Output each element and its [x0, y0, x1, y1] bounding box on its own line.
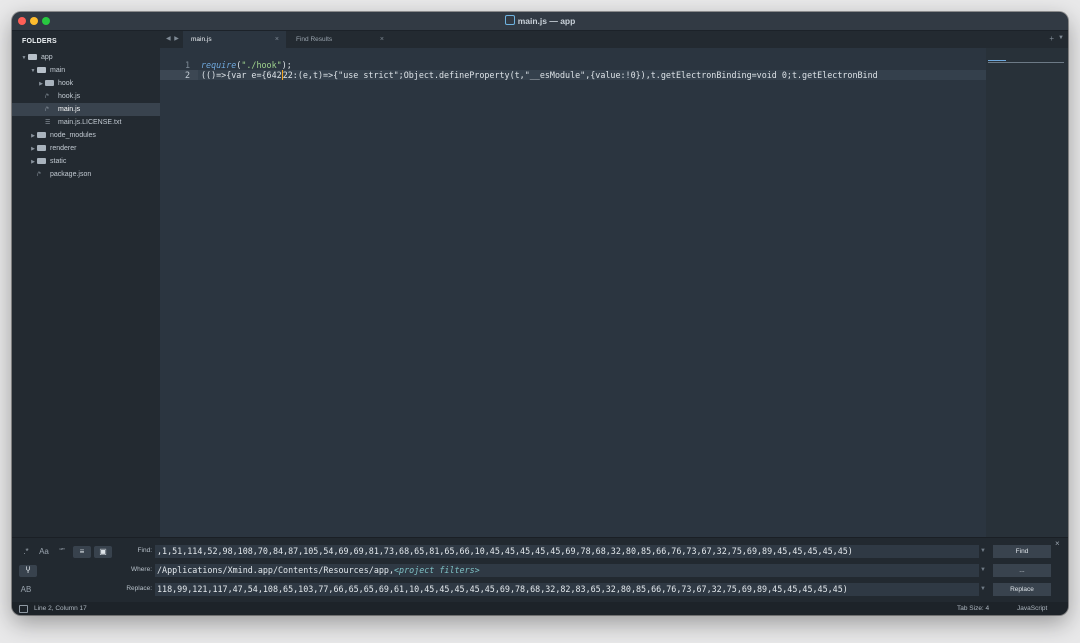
- line-number-current: 2: [160, 70, 198, 80]
- tree-item-static[interactable]: ▶ static: [12, 155, 160, 168]
- title-bar: main.js — app: [12, 12, 1068, 31]
- tree-item-hook-js[interactable]: /* hook.js: [12, 90, 160, 103]
- whole-word-toggle[interactable]: “”: [55, 546, 69, 558]
- line-number-gutter: 1 2: [160, 48, 198, 537]
- where-dropdown-icon[interactable]: ▼: [978, 564, 988, 577]
- replace-history-dropdown-icon[interactable]: ▼: [978, 583, 988, 596]
- cursor-position: Line 2, Column 17: [34, 605, 87, 612]
- tree-item-node-modules[interactable]: ▶ node_modules: [12, 129, 160, 142]
- preserve-case-toggle[interactable]: Ⴤ: [19, 565, 37, 577]
- folder-icon: [45, 80, 54, 86]
- replace-input[interactable]: 118,99,121,117,47,54,108,65,103,77,66,65…: [155, 583, 979, 596]
- case-sensitive-toggle[interactable]: Aa: [37, 546, 51, 558]
- panel-toggle-icon[interactable]: [19, 605, 28, 613]
- tab-size-selector[interactable]: Tab Size: 4: [957, 602, 989, 615]
- json-file-icon: /*: [37, 172, 42, 178]
- where-input[interactable]: /Applications/Xmind.app/Contents/Resourc…: [155, 564, 979, 577]
- code-require-keyword: require: [201, 60, 237, 70]
- tree-item-package-json[interactable]: /* package.json: [12, 168, 160, 181]
- minimap[interactable]: [986, 48, 1068, 537]
- project-filters-token: <project filters>: [393, 565, 480, 575]
- find-in-files-panel: .* Aa “” ≡ ▣ Ⴤ AB Find: ,1,51,114,52,98,…: [12, 537, 1068, 603]
- folders-sidebar: FOLDERS ▼ app ▼ main ▶ hook /* hook.js /* mai…: [12, 31, 160, 537]
- tree-item-app[interactable]: ▼ app: [12, 51, 160, 64]
- code-area[interactable]: require("./hook"); (()=>{var e={64222:(e…: [198, 48, 986, 537]
- tab-close-icon[interactable]: ×: [275, 31, 279, 48]
- code-string: "./hook": [241, 60, 282, 70]
- tab-menu-chevron-icon[interactable]: ▼: [1058, 35, 1064, 41]
- tree-item-license-txt[interactable]: ☰ main.js.LICENSE.txt: [12, 116, 160, 129]
- syntax-selector[interactable]: JavaScript: [1017, 602, 1047, 615]
- new-tab-plus-icon[interactable]: +: [1049, 34, 1054, 43]
- folder-open-icon: [28, 54, 37, 60]
- tab-bar: ◀ ▶ main.js × Find Results × + ▼: [160, 31, 1068, 48]
- tree-item-main[interactable]: ▼ main: [12, 64, 160, 77]
- replace-label: Replace:: [126, 585, 152, 592]
- find-input[interactable]: ,1,51,114,52,98,108,70,84,87,105,54,69,6…: [155, 545, 979, 558]
- folder-open-icon: [37, 67, 46, 73]
- folder-icon: [37, 145, 46, 151]
- folder-icon: [37, 132, 46, 138]
- folder-icon: [37, 158, 46, 164]
- where-options-button[interactable]: ...: [993, 564, 1051, 577]
- show-context-toggle[interactable]: ≡: [73, 546, 91, 558]
- tab-main-js[interactable]: main.js ×: [183, 31, 286, 48]
- close-panel-icon[interactable]: ×: [1055, 539, 1060, 548]
- folders-heading: FOLDERS: [22, 38, 57, 45]
- find-label: Find:: [137, 547, 152, 554]
- tree-item-renderer[interactable]: ▶ renderer: [12, 142, 160, 155]
- line-number: 1: [184, 60, 190, 70]
- minimap-line: [988, 62, 1064, 63]
- tree-item-main-js[interactable]: /* main.js: [12, 103, 160, 116]
- code-line-1[interactable]: require("./hook");: [198, 60, 292, 70]
- code-line-2[interactable]: (()=>{var e={64222:(e,t)=>{"use strict";…: [198, 70, 986, 80]
- status-bar: Line 2, Column 17 Tab Size: 4 JavaScript: [12, 602, 1068, 615]
- find-history-dropdown-icon[interactable]: ▼: [978, 545, 988, 558]
- tree-item-hook-folder[interactable]: ▶ hook: [12, 77, 160, 90]
- replace-button[interactable]: Replace: [993, 583, 1051, 596]
- tab-close-icon[interactable]: ×: [380, 31, 384, 48]
- sublime-window: main.js — app FOLDERS ▼ app ▼ main ▶ hook /…: [12, 12, 1068, 615]
- minimap-line: [988, 60, 1006, 61]
- tab-find-results[interactable]: Find Results ×: [288, 31, 391, 48]
- find-button[interactable]: Find: [993, 545, 1051, 558]
- tab-nav-arrows-icon[interactable]: ◀ ▶: [166, 35, 180, 42]
- app-file-icon: [504, 15, 515, 25]
- code-editor[interactable]: 1 2 require("./hook"); (()=>{var e={6422…: [160, 48, 986, 537]
- window-title: main.js — app: [12, 15, 1068, 26]
- regex-toggle[interactable]: .*: [19, 546, 33, 558]
- in-selection-ab-icon[interactable]: AB: [19, 584, 33, 596]
- where-label: Where:: [131, 566, 152, 573]
